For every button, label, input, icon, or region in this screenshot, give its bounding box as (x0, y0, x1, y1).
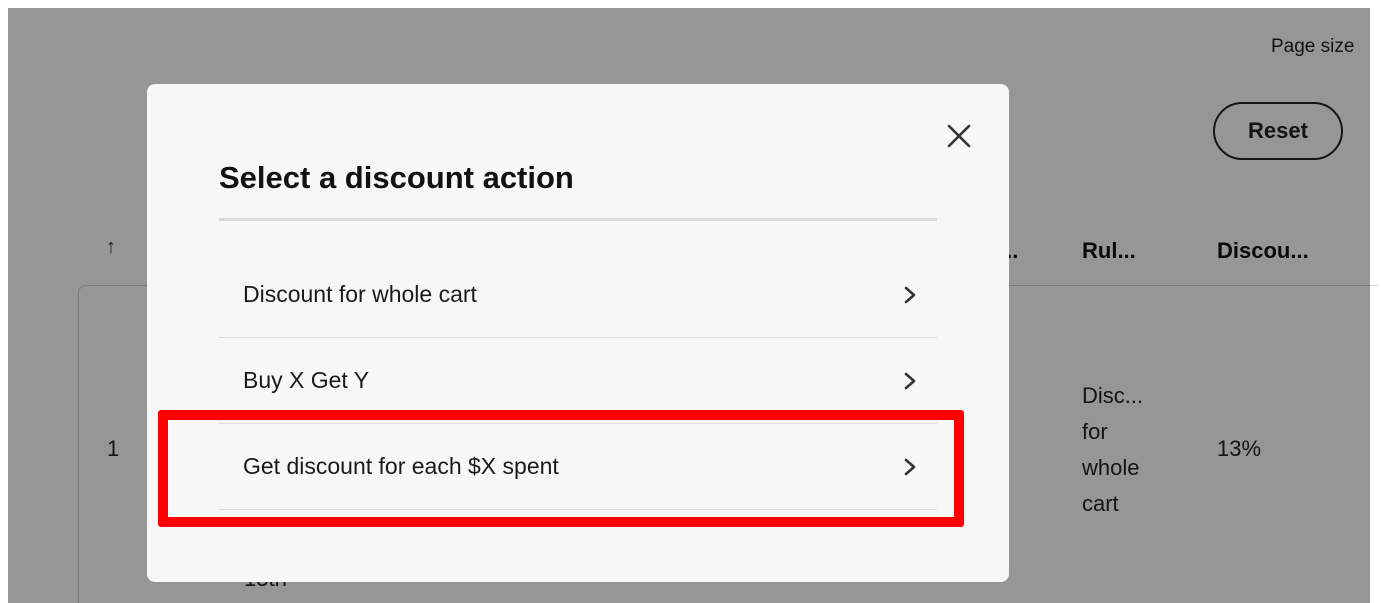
chevron-right-icon (903, 457, 917, 477)
dialog-title: Select a discount action (219, 160, 574, 195)
option-label: Buy X Get Y (243, 367, 370, 393)
title-divider (219, 218, 937, 221)
option-discount-whole-cart[interactable]: Discount for whole cart (219, 252, 937, 338)
close-icon[interactable] (941, 118, 977, 154)
discount-action-dialog: Select a discount action Discount for wh… (147, 84, 1009, 582)
option-discount-each-x-spent[interactable]: Get discount for each $X spent (219, 424, 937, 510)
option-label: Get discount for each $X spent (243, 453, 559, 479)
option-buy-x-get-y[interactable]: Buy X Get Y (219, 338, 937, 424)
option-label: Discount for whole cart (243, 281, 477, 307)
chevron-right-icon (903, 285, 917, 305)
chevron-right-icon (903, 371, 917, 391)
